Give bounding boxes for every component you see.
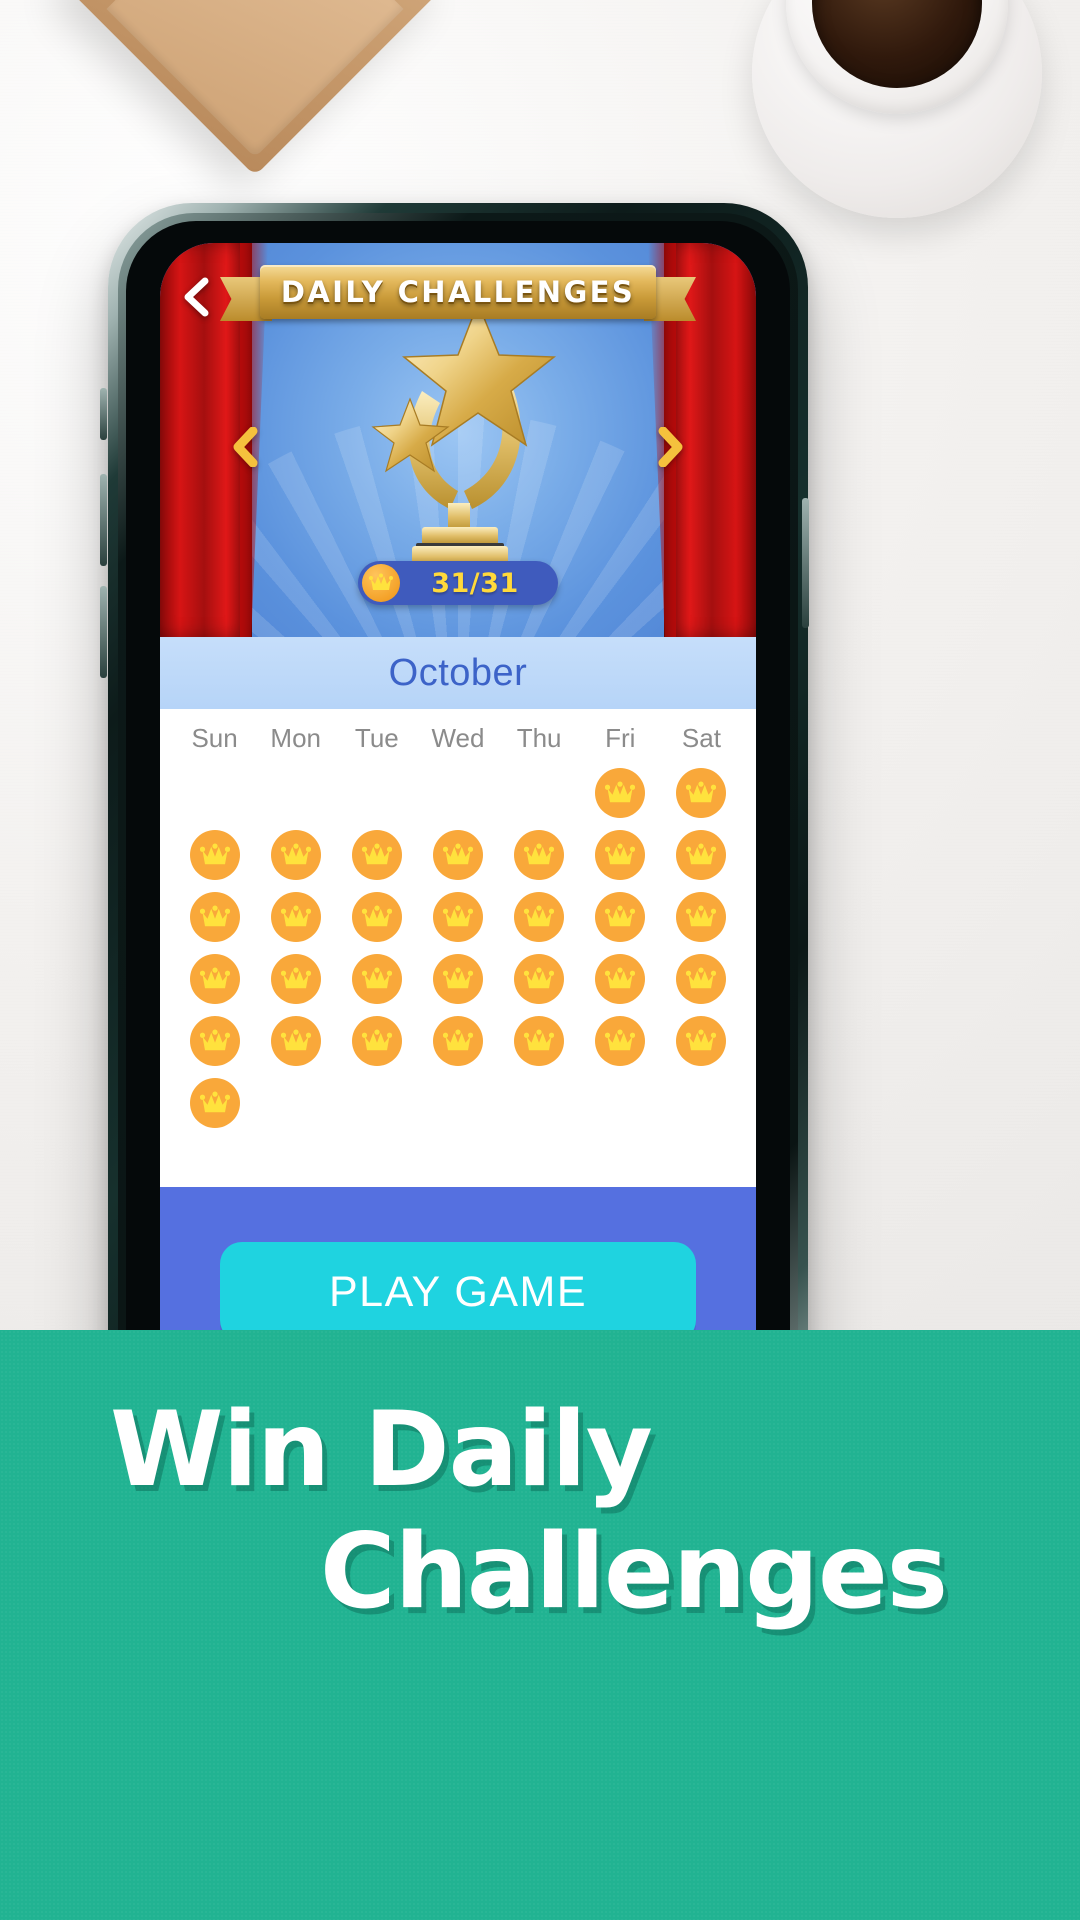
crown-icon[interactable] — [189, 954, 240, 1004]
crown-coin-icon — [362, 564, 400, 602]
trophy-stage: DAILY CHALLENGES 31/31 — [160, 243, 756, 1173]
crown-icon[interactable] — [514, 830, 565, 880]
crown-icon[interactable] — [432, 1016, 483, 1066]
calendar-day-completed[interactable] — [417, 824, 498, 886]
calendar-day-completed[interactable] — [174, 1010, 255, 1072]
calendar-day-completed[interactable] — [255, 948, 336, 1010]
crown-icon[interactable] — [189, 892, 240, 942]
crown-icon[interactable] — [432, 830, 483, 880]
crown-icon[interactable] — [270, 830, 321, 880]
weekday-label-fri: Fri — [605, 723, 636, 753]
phone-screen: DAILY CHALLENGES 31/31 October Sun Mon T… — [160, 243, 756, 1463]
banner-title: DAILY CHALLENGES — [280, 275, 636, 309]
crown-icon[interactable] — [514, 954, 565, 1004]
crown-icon[interactable] — [189, 830, 240, 880]
calendar-day-empty — [336, 762, 417, 824]
calendar-day-empty — [417, 762, 498, 824]
power-button[interactable] — [802, 498, 809, 628]
crown-icon[interactable] — [595, 830, 646, 880]
calendar-day-completed[interactable] — [499, 886, 580, 948]
crown-icon[interactable] — [189, 1016, 240, 1066]
calendar-day-completed[interactable] — [174, 886, 255, 948]
crown-icon[interactable] — [351, 954, 402, 1004]
calendar-day-completed[interactable] — [580, 1010, 661, 1072]
calendar-day-completed[interactable] — [174, 948, 255, 1010]
crown-icon[interactable] — [676, 830, 727, 880]
weekday-label-tue: Tue — [354, 723, 399, 753]
calendar-day-completed[interactable] — [336, 824, 417, 886]
calendar-day-completed[interactable] — [255, 824, 336, 886]
calendar-day-empty — [255, 762, 336, 824]
daily-challenges-banner: DAILY CHALLENGES — [220, 261, 696, 323]
calendar-day-empty — [499, 762, 580, 824]
progress-value: 31/31 — [431, 567, 519, 599]
weekday-label-wed: Wed — [431, 723, 485, 753]
calendar-day-completed[interactable] — [417, 886, 498, 948]
promo-banner: Win Daily Challenges — [0, 1330, 1080, 1920]
calendar-day-completed[interactable] — [417, 1010, 498, 1072]
promo-line-2: Challenges — [320, 1512, 948, 1632]
crown-icon[interactable] — [432, 892, 483, 942]
crown-icon[interactable] — [270, 954, 321, 1004]
calendar-day-completed[interactable] — [661, 762, 742, 824]
crown-icon[interactable] — [676, 954, 727, 1004]
crown-icon[interactable] — [514, 1016, 565, 1066]
calendar-day-completed[interactable] — [336, 1010, 417, 1072]
calendar-day-completed[interactable] — [336, 886, 417, 948]
calendar-day-completed[interactable] — [174, 1072, 255, 1134]
back-button[interactable] — [168, 269, 224, 325]
crown-icon[interactable] — [351, 892, 402, 942]
calendar-day-completed[interactable] — [580, 886, 661, 948]
crown-icon[interactable] — [595, 892, 646, 942]
crown-icon[interactable] — [595, 1016, 646, 1066]
calendar-day-completed[interactable] — [417, 948, 498, 1010]
play-game-label: PLAY GAME — [328, 1267, 588, 1316]
calendar-day-completed[interactable] — [336, 948, 417, 1010]
progress-badge: 31/31 — [358, 561, 558, 605]
crown-icon[interactable] — [595, 768, 646, 818]
crown-icon[interactable] — [676, 1016, 727, 1066]
crown-icon[interactable] — [270, 1016, 321, 1066]
volume-down-button[interactable] — [100, 586, 107, 678]
volume-up-button[interactable] — [100, 474, 107, 566]
play-game-button[interactable]: PLAY GAME — [220, 1242, 696, 1342]
carousel-prev-button[interactable] — [220, 419, 270, 475]
calendar-month-bar: October — [160, 637, 756, 709]
calendar-day-completed[interactable] — [661, 948, 742, 1010]
crown-icon[interactable] — [514, 892, 565, 942]
silent-switch[interactable] — [100, 388, 107, 440]
calendar-day-completed[interactable] — [255, 1010, 336, 1072]
calendar-day-completed[interactable] — [580, 762, 661, 824]
calendar-day-completed[interactable] — [580, 948, 661, 1010]
calendar-card: October Sun Mon Tue Wed Thu Fri Sat — [160, 637, 756, 1187]
crown-icon[interactable] — [351, 830, 402, 880]
star-trophy-icon — [354, 295, 562, 585]
calendar-day-completed[interactable] — [499, 948, 580, 1010]
crown-icon[interactable] — [189, 1078, 240, 1128]
crown-icon[interactable] — [270, 892, 321, 942]
calendar-day-completed[interactable] — [499, 1010, 580, 1072]
weekday-header-row: Sun Mon Tue Wed Thu Fri Sat — [160, 709, 756, 758]
weekday-label-sun: Sun — [191, 723, 238, 753]
weekday-label-thu: Thu — [516, 723, 562, 753]
calendar-day-completed[interactable] — [661, 886, 742, 948]
calendar-day-empty — [174, 762, 255, 824]
calendar-day-completed[interactable] — [661, 1010, 742, 1072]
crown-icon[interactable] — [351, 1016, 402, 1066]
weekday-label-sat: Sat — [681, 723, 721, 753]
carousel-next-button[interactable] — [646, 419, 696, 475]
crown-icon[interactable] — [595, 954, 646, 1004]
crown-icon[interactable] — [432, 954, 483, 1004]
promo-line-1: Win Daily — [110, 1390, 653, 1510]
crown-icon[interactable] — [676, 892, 727, 942]
calendar-day-completed[interactable] — [580, 824, 661, 886]
calendar-day-completed[interactable] — [661, 824, 742, 886]
calendar-month-label: October — [388, 651, 528, 694]
calendar-day-completed[interactable] — [255, 886, 336, 948]
calendar-day-completed[interactable] — [174, 824, 255, 886]
calendar-day-grid — [160, 758, 756, 1134]
crown-icon[interactable] — [676, 768, 727, 818]
calendar-day-completed[interactable] — [499, 824, 580, 886]
weekday-label-mon: Mon — [270, 723, 321, 753]
